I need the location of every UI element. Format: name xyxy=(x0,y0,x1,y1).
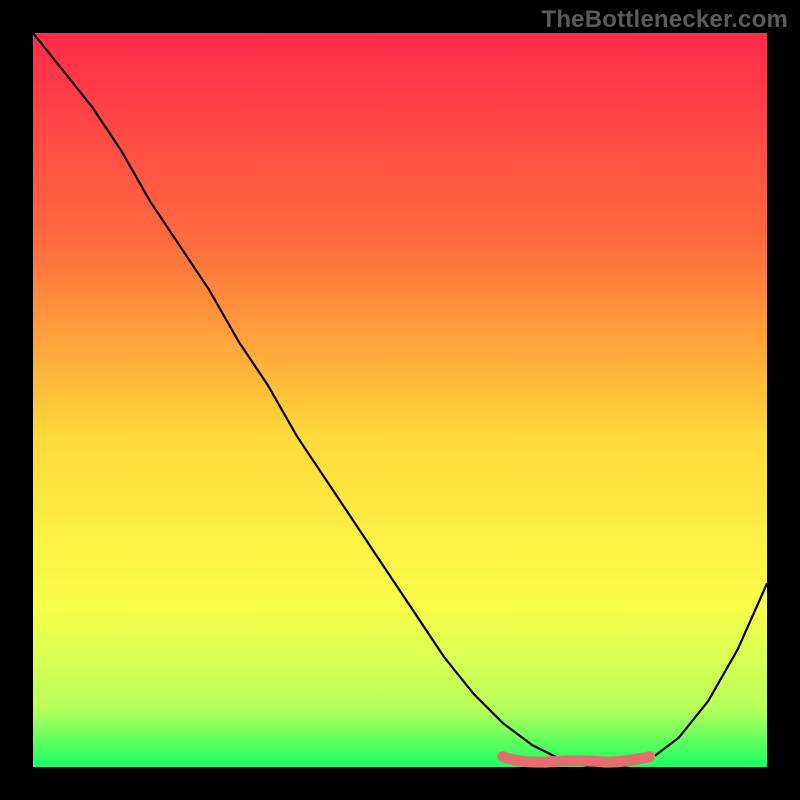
watermark-text: TheBottlenecker.com xyxy=(541,6,788,34)
chart-container: TheBottlenecker.com xyxy=(0,0,800,800)
flat-band xyxy=(503,757,650,762)
chart-svg xyxy=(0,0,800,800)
plot-background xyxy=(33,33,767,767)
